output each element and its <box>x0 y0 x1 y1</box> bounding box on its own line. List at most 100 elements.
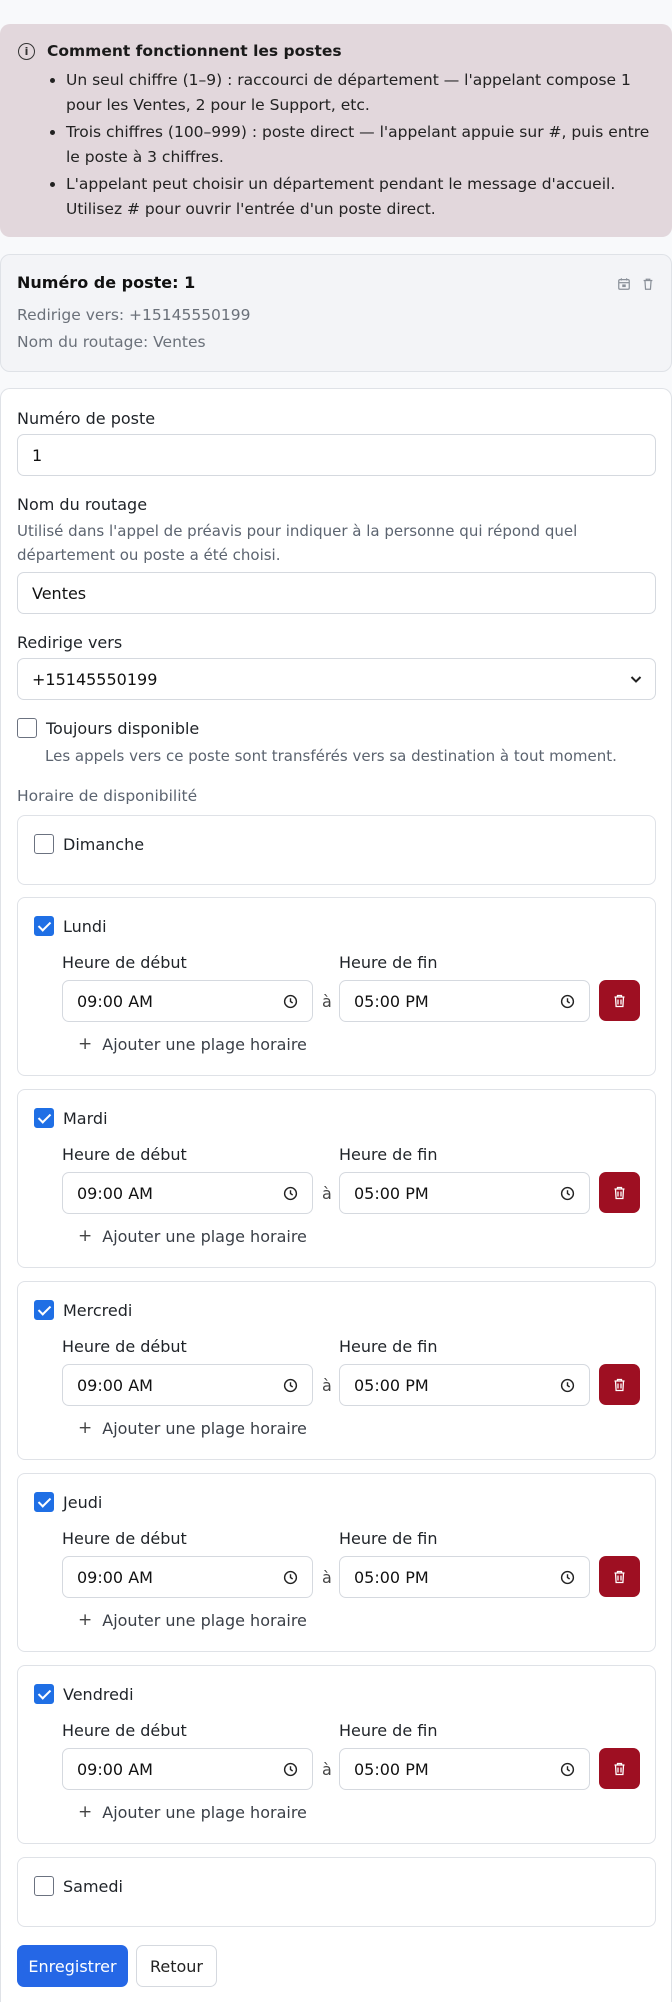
day-name: Jeudi <box>63 1492 103 1512</box>
back-button[interactable]: Retour <box>136 1945 217 1987</box>
day-checkbox-samedi[interactable] <box>34 1876 54 1896</box>
start-time-label: Heure de début <box>62 1337 187 1356</box>
delete-slot-button[interactable] <box>599 1172 640 1213</box>
day-name: Samedi <box>63 1876 123 1896</box>
day-checkbox-mardi[interactable] <box>34 1108 54 1128</box>
redirect-value: +15145550199 <box>32 669 158 689</box>
day-card-vendredi: Vendredi Heure de début Heure de fin 09:… <box>17 1665 656 1844</box>
end-time-label: Heure de fin <box>339 1145 438 1164</box>
extension-number-label: Numéro de poste <box>17 409 156 428</box>
extension-number-value: 1 <box>32 445 43 465</box>
start-time-input[interactable]: 09:00 AM <box>62 980 313 1022</box>
delete-slot-button[interactable] <box>599 1556 640 1597</box>
schedule-label: Horaire de disponibilité <box>17 787 198 805</box>
info-title: Comment fonctionnent les postes <box>47 42 342 60</box>
extension-summary-card: Numéro de poste: 1 Redirige vers: +15145… <box>0 254 672 372</box>
add-slot-label: Ajouter une plage horaire <box>102 1802 307 1822</box>
time-separator: à <box>322 1568 332 1587</box>
day-name: Mardi <box>63 1108 108 1128</box>
end-time-input[interactable]: 05:00 PM <box>339 980 590 1022</box>
day-checkbox-dimanche[interactable] <box>34 834 54 854</box>
routing-name-label: Nom du routage <box>17 495 148 514</box>
add-slot-button[interactable]: + Ajouter une plage horaire <box>78 1802 307 1822</box>
end-time-value: 05:00 PM <box>354 991 429 1011</box>
delete-slot-button[interactable] <box>599 1364 640 1405</box>
end-time-value: 05:00 PM <box>354 1759 429 1779</box>
clock-icon <box>283 1186 298 1201</box>
routing-name-value: Ventes <box>32 583 87 603</box>
plus-icon: + <box>78 1034 93 1054</box>
add-slot-button[interactable]: + Ajouter une plage horaire <box>78 1034 307 1054</box>
end-time-input[interactable]: 05:00 PM <box>339 1748 590 1790</box>
clock-icon <box>560 1186 575 1201</box>
extension-title: Numéro de poste: 1 <box>17 273 196 292</box>
start-time-label: Heure de début <box>62 953 187 972</box>
start-time-label: Heure de début <box>62 1721 187 1740</box>
end-time-input[interactable]: 05:00 PM <box>339 1556 590 1598</box>
time-separator: à <box>322 992 332 1011</box>
routing-name-input[interactable]: Ventes <box>17 572 656 614</box>
end-time-label: Heure de fin <box>339 953 438 972</box>
end-time-value: 05:00 PM <box>354 1183 429 1203</box>
info-bullet: Trois chiffres (100–999) : poste direct … <box>66 120 650 170</box>
routing-name-help: Utilisé dans l'appel de préavis pour ind… <box>17 522 578 564</box>
start-time-label: Heure de début <box>62 1529 187 1548</box>
start-time-value: 09:00 AM <box>77 1375 153 1395</box>
info-bullet: L'appelant peut choisir un département p… <box>66 172 650 222</box>
start-time-input[interactable]: 09:00 AM <box>62 1172 313 1214</box>
add-slot-button[interactable]: + Ajouter une plage horaire <box>78 1418 307 1438</box>
day-checkbox-vendredi[interactable] <box>34 1684 54 1704</box>
plus-icon: + <box>78 1802 93 1822</box>
day-name: Lundi <box>63 916 107 936</box>
clock-icon <box>283 1378 298 1393</box>
day-checkbox-mercredi[interactable] <box>34 1300 54 1320</box>
always-available-label: Toujours disponible <box>46 718 200 738</box>
start-time-value: 09:00 AM <box>77 1567 153 1587</box>
day-name: Dimanche <box>63 834 145 854</box>
always-available-checkbox[interactable] <box>17 718 37 738</box>
day-checkbox-jeudi[interactable] <box>34 1492 54 1512</box>
add-slot-label: Ajouter une plage horaire <box>102 1610 307 1630</box>
day-name: Mercredi <box>63 1300 133 1320</box>
day-card-dimanche: Dimanche <box>17 815 656 885</box>
end-time-input[interactable]: 05:00 PM <box>339 1172 590 1214</box>
redirect-select[interactable]: +15145550199 <box>17 658 656 700</box>
day-checkbox-lundi[interactable] <box>34 916 54 936</box>
delete-slot-button[interactable] <box>599 1748 640 1789</box>
end-time-label: Heure de fin <box>339 1529 438 1548</box>
trash-icon <box>614 1378 625 1391</box>
add-slot-label: Ajouter une plage horaire <box>102 1226 307 1246</box>
extension-routing-name: Nom du routage: Ventes <box>17 333 206 351</box>
day-card-samedi: Samedi <box>17 1857 656 1927</box>
plus-icon: + <box>78 1610 93 1630</box>
trash-icon <box>614 1762 625 1775</box>
end-time-input[interactable]: 05:00 PM <box>339 1364 590 1406</box>
plus-icon: + <box>78 1418 93 1438</box>
delete-slot-button[interactable] <box>599 980 640 1021</box>
start-time-input[interactable]: 09:00 AM <box>62 1364 313 1406</box>
start-time-input[interactable]: 09:00 AM <box>62 1748 313 1790</box>
end-time-label: Heure de fin <box>339 1337 438 1356</box>
always-available-row: Toujours disponible <box>17 718 199 738</box>
plus-icon: + <box>78 1226 93 1246</box>
extension-number-input[interactable]: 1 <box>17 434 656 476</box>
start-time-value: 09:00 AM <box>77 991 153 1011</box>
trash-icon[interactable] <box>641 277 655 291</box>
extension-redirect: Redirige vers: +15145550199 <box>17 306 251 324</box>
add-slot-button[interactable]: + Ajouter une plage horaire <box>78 1610 307 1630</box>
start-time-input[interactable]: 09:00 AM <box>62 1556 313 1598</box>
add-slot-label: Ajouter une plage horaire <box>102 1418 307 1438</box>
info-bullet: Un seul chiffre (1–9) : raccourci de dép… <box>66 68 650 118</box>
time-separator: à <box>322 1184 332 1203</box>
info-list: Un seul chiffre (1–9) : raccourci de dép… <box>48 68 650 222</box>
save-button[interactable]: Enregistrer <box>17 1945 128 1987</box>
day-card-mercredi: Mercredi Heure de début Heure de fin 09:… <box>17 1281 656 1460</box>
day-card-jeudi: Jeudi Heure de début Heure de fin 09:00 … <box>17 1473 656 1652</box>
clock-icon <box>283 994 298 1009</box>
clock-icon <box>560 994 575 1009</box>
start-time-value: 09:00 AM <box>77 1759 153 1779</box>
info-circle-icon: i <box>18 42 35 60</box>
add-slot-button[interactable]: + Ajouter une plage horaire <box>78 1226 307 1246</box>
calendar-icon[interactable] <box>617 277 631 291</box>
start-time-label: Heure de début <box>62 1145 187 1164</box>
